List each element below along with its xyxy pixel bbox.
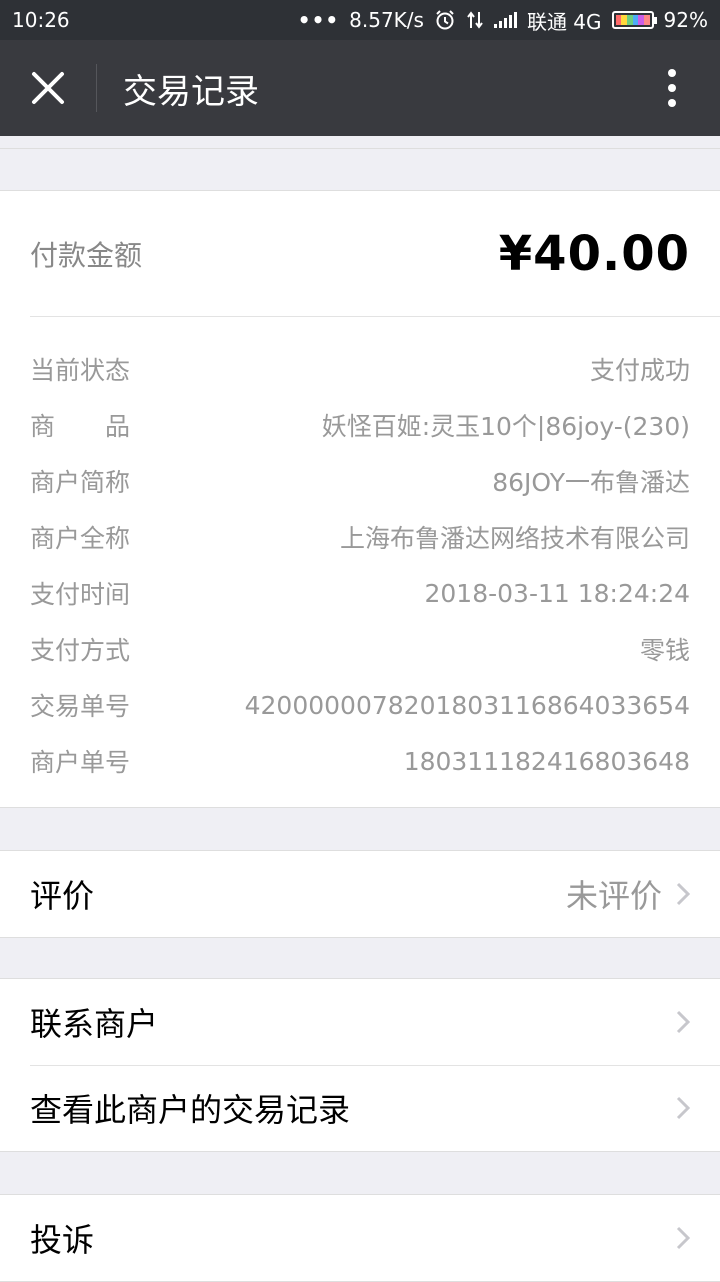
more-button[interactable]	[624, 40, 720, 136]
detail-row-product: 商品 妖怪百姬:灵玉10个|86joy-(230)	[30, 397, 690, 453]
merchant-group: 联系商户 查看此商户的交易记录	[0, 978, 720, 1152]
battery-percent: 92%	[663, 8, 708, 32]
merchant-records-item[interactable]: 查看此商户的交易记录	[0, 1065, 720, 1151]
detail-value: 零钱	[639, 636, 690, 665]
detail-label: 当前状态	[30, 356, 131, 385]
rating-label: 评价	[30, 877, 95, 915]
amount-row: 付款金额 ¥40.00	[30, 191, 720, 317]
close-button[interactable]	[0, 40, 96, 136]
detail-row-pay-method: 支付方式 零钱	[30, 621, 690, 677]
status-icons: ••• 8.57K/s 联通 4G 92%	[298, 6, 708, 35]
top-divider	[0, 148, 720, 149]
status-time: 10:26	[12, 8, 70, 32]
signal-icon	[493, 12, 517, 28]
network-speed: 8.57K/s	[349, 8, 424, 32]
detail-row-status: 当前状态 支付成功	[30, 341, 690, 397]
detail-label: 商户全称	[30, 524, 131, 553]
battery-icon	[611, 11, 657, 29]
detail-label: 支付时间	[30, 580, 131, 609]
alarm-icon	[434, 9, 456, 31]
detail-list: 当前状态 支付成功 商品 妖怪百姬:灵玉10个|86joy-(230) 商户简称…	[30, 341, 690, 789]
chevron-right-icon	[676, 1096, 690, 1120]
chevron-right-icon	[676, 882, 690, 906]
contact-merchant-item[interactable]: 联系商户	[0, 979, 720, 1065]
detail-label: 交易单号	[30, 692, 131, 721]
nav-divider	[96, 64, 97, 112]
page-title: 交易记录	[123, 71, 259, 112]
detail-value: 4200000078201803116864033654	[244, 690, 690, 720]
carrier-label: 联通 4G	[526, 9, 602, 34]
complaint-item[interactable]: 投诉	[0, 1195, 720, 1281]
close-icon	[32, 72, 64, 104]
detail-label: 商户简称	[30, 468, 131, 497]
detail-value: 2018-03-11 18:24:24	[424, 578, 690, 608]
detail-value: 上海布鲁潘达网络技术有限公司	[339, 524, 690, 553]
detail-label: 商户单号	[30, 748, 131, 777]
amount-value: ¥40.00	[498, 225, 690, 282]
more-vertical-icon	[668, 69, 676, 107]
detail-value: 妖怪百姬:灵玉10个|86joy-(230)	[321, 412, 690, 441]
rating-item[interactable]: 评价 未评价	[0, 851, 720, 937]
notification-dots: •••	[297, 8, 340, 32]
status-bar: 10:26 ••• 8.57K/s 联通 4G 92%	[0, 0, 720, 40]
rating-value: 未评价	[565, 877, 662, 915]
detail-label: 商品	[30, 412, 181, 441]
detail-value: 86JOY一布鲁潘达	[492, 468, 690, 497]
merchant-records-label: 查看此商户的交易记录	[30, 1091, 351, 1129]
detail-row-merchant-short: 商户简称 86JOY一布鲁潘达	[30, 453, 690, 509]
detail-row-merchant-full: 商户全称 上海布鲁潘达网络技术有限公司	[30, 509, 690, 565]
amount-label: 付款金额	[30, 238, 143, 272]
chevron-right-icon	[676, 1010, 690, 1034]
nav-bar: 交易记录	[0, 40, 720, 136]
chevron-right-icon	[676, 1226, 690, 1250]
detail-row-pay-time: 支付时间 2018-03-11 18:24:24	[30, 565, 690, 621]
data-transfer-icon	[466, 10, 484, 30]
detail-value: 180311182416803648	[403, 746, 690, 776]
transaction-card: 付款金额 ¥40.00 当前状态 支付成功 商品 妖怪百姬:灵玉10个|86jo…	[0, 190, 720, 808]
rating-group: 评价 未评价	[0, 850, 720, 938]
complaint-label: 投诉	[30, 1221, 95, 1259]
detail-row-transaction-no: 交易单号 4200000078201803116864033654	[30, 677, 690, 733]
rating-right: 未评价	[566, 871, 690, 917]
detail-label: 支付方式	[30, 636, 131, 665]
detail-value: 支付成功	[589, 356, 690, 385]
complaint-group: 投诉	[0, 1194, 720, 1282]
detail-row-merchant-order-no: 商户单号 180311182416803648	[30, 733, 690, 789]
contact-merchant-label: 联系商户	[30, 1005, 159, 1043]
